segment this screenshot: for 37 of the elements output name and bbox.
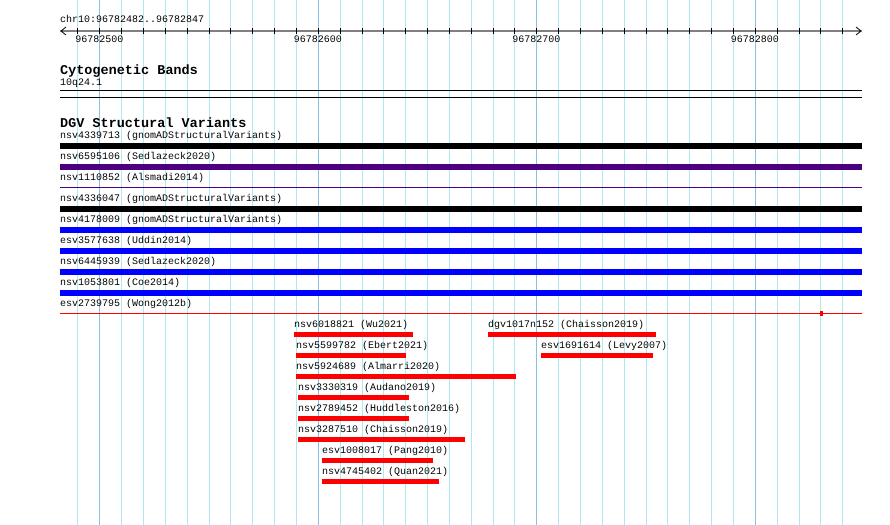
tick-label: 96782800 xyxy=(730,35,779,46)
band-label: 10q24.1 xyxy=(60,78,102,89)
variant-bar[interactable] xyxy=(541,352,653,358)
variant-label[interactable]: nsv1110852 (Alsmadi2014) xyxy=(60,173,204,184)
variant-label[interactable]: nsv1053801 (Coe2014) xyxy=(60,278,180,289)
variant-label[interactable]: nsv4339713 (gnomADStructuralVariants) xyxy=(60,131,282,142)
variant-bar[interactable] xyxy=(298,394,409,400)
tick-label: 96782700 xyxy=(512,35,560,46)
tick-label: 96782600 xyxy=(294,35,342,46)
variant-label[interactable]: esv2739795 (Wong2012b) xyxy=(60,299,192,310)
variant-label[interactable]: nsv6018821 (Wu2021) xyxy=(294,320,408,330)
variant-bar[interactable] xyxy=(322,478,439,484)
tick-label: 96782500 xyxy=(75,35,124,46)
track-title: Cytogenetic Bands xyxy=(60,66,198,78)
variant-bar[interactable] xyxy=(298,436,465,442)
variant-label[interactable]: esv3577638 (Uddin2014) xyxy=(60,236,192,247)
variant-label[interactable]: nsv5924689 (Almarri2020) xyxy=(296,362,440,372)
variant-label[interactable]: esv1008017 (Pang2010) xyxy=(322,446,448,456)
variant-label[interactable]: esv1691614 (Levy2007) xyxy=(541,340,668,352)
variant-label[interactable]: nsv4178009 (gnomADStructuralVariants) xyxy=(60,215,282,226)
variant-bar[interactable] xyxy=(488,332,656,336)
variant-label[interactable]: nsv6445939 (Sedlazeck2020) xyxy=(60,257,216,268)
location-label: chr10:96782482..96782847 xyxy=(60,15,204,26)
variant-bar[interactable] xyxy=(294,332,413,336)
variant-bar[interactable] xyxy=(296,352,406,358)
variant-bar[interactable] xyxy=(298,416,409,420)
variant-label[interactable]: dgv1017n152 (Chaisson2019) xyxy=(488,320,644,330)
variant-label[interactable]: nsv3330319 (Audano2019) xyxy=(298,382,436,394)
track-title: DGV Structural Variants xyxy=(60,119,246,131)
variant-label[interactable]: nsv3287510 (Chaisson2019) xyxy=(298,424,448,436)
variant-label[interactable]: nsv5599782 (Ebert2021) xyxy=(296,340,428,352)
variant-bar[interactable] xyxy=(322,458,433,462)
variant-label[interactable]: nsv6595106 (Sedlazeck2020) xyxy=(60,152,216,163)
variant-label[interactable]: nsv4336047 (gnomADStructuralVariants) xyxy=(60,194,282,205)
variant-label[interactable]: nsv4745402 (Quan2021) xyxy=(322,466,448,478)
variant-bar[interactable] xyxy=(296,374,516,378)
variant-label[interactable]: nsv2789452 (Huddleston2016) xyxy=(298,404,460,414)
